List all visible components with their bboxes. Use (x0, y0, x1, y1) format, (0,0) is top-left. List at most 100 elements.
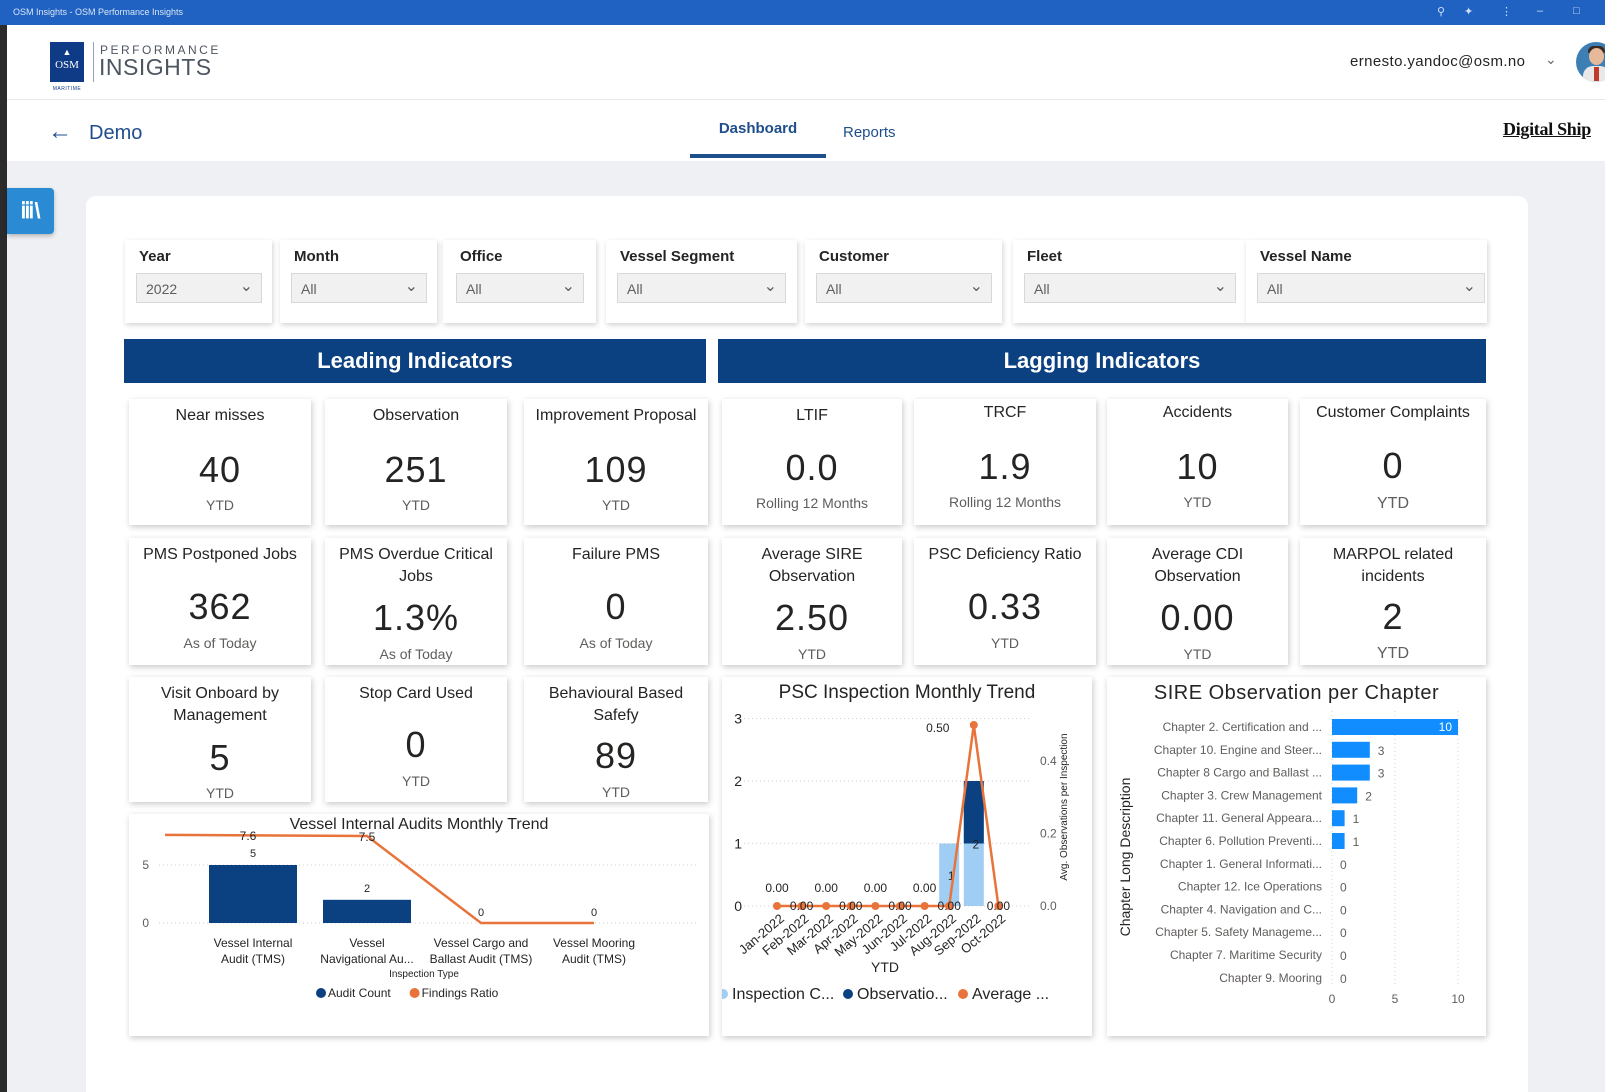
legend-marker (409, 988, 420, 998)
slicer-title: Customer (819, 248, 890, 265)
average-point (920, 902, 929, 910)
kpi-visit-onboard[interactable]: Visit Onboard by Management 5 YTD (129, 677, 311, 802)
kpi-value: 1.9 (978, 446, 1032, 487)
slicer-value: All (466, 281, 482, 297)
bar-data-label: 0 (1340, 949, 1347, 963)
slicer-fleet[interactable]: Fleet All ⌄ (1013, 240, 1246, 323)
legend-label: Average ... (972, 986, 1049, 1003)
chevron-down-icon: ⌄ (239, 278, 253, 295)
slicer-vessel-segment[interactable]: Vessel Segment All ⌄ (606, 240, 797, 323)
slicer-title: Fleet (1027, 248, 1063, 265)
slicer-dropdown[interactable]: All ⌄ (291, 273, 427, 303)
kpi-accidents[interactable]: Accidents 10 YTD (1107, 399, 1288, 525)
y-category-label: Chapter 12. Ice Operations (1178, 880, 1322, 894)
slicer-value: All (826, 281, 842, 297)
y-category-label: Chapter 1. General Informati... (1160, 857, 1322, 871)
kpi-trcf[interactable]: TRCF 1.9 Rolling 12 Months (914, 399, 1096, 525)
kpi-value: 2 (1382, 596, 1404, 637)
kpi-customer-complaints[interactable]: Customer Complaints 0 YTD (1300, 399, 1486, 525)
kpi-value: 0.00 (1160, 597, 1235, 638)
slicer-office[interactable]: Office All ⌄ (443, 240, 596, 323)
bar-data-label: 2 (364, 883, 370, 895)
more-options-icon[interactable]: ⋮ (1501, 5, 1512, 18)
kpi-subtitle: YTD (798, 646, 826, 662)
kpi-subtitle: YTD (991, 635, 1019, 651)
tab-dashboard[interactable]: Dashboard (690, 100, 826, 158)
slicer-dropdown[interactable]: All ⌄ (617, 273, 786, 303)
back-arrow-icon[interactable]: ← (48, 118, 72, 146)
kpi-failure-pms[interactable]: Failure PMS 0 As of Today (524, 538, 708, 665)
slicer-title: Month (294, 248, 339, 265)
user-avatar[interactable] (1576, 42, 1605, 82)
window-title: OSM Insights - OSM Performance Insights (13, 7, 184, 17)
slicer-customer[interactable]: Customer All ⌄ (805, 240, 1002, 323)
slicer-vessel-name[interactable]: Vessel Name All ⌄ (1246, 240, 1487, 323)
zoom-icon[interactable]: ⚲ (1437, 5, 1445, 18)
kpi-value: 251 (384, 449, 448, 490)
kpi-title: Stop Card Used (359, 685, 473, 702)
kpi-title: Accidents (1162, 404, 1233, 421)
bar-data-label: 3 (1378, 744, 1385, 758)
kpi-title: Average SIRE Observation (761, 546, 863, 585)
kpi-observation[interactable]: Observation 251 YTD (325, 399, 507, 525)
maximize-icon[interactable]: □ (1573, 5, 1580, 17)
kpi-average-sire[interactable]: Average SIRE Observation 2.50 YTD (722, 538, 902, 665)
kpi-improvement-proposal[interactable]: Improvement Proposal 109 YTD (524, 399, 708, 525)
y-tick-label: 0 (142, 916, 149, 930)
bar-data-label: 0 (1340, 881, 1347, 895)
y-category-label: Chapter 3. Crew Management (1161, 788, 1322, 802)
kpi-pms-postponed-jobs[interactable]: PMS Postponed Jobs 362 As of Today (129, 538, 311, 665)
bar-data-label: 3 (1378, 767, 1385, 781)
slicer-dropdown[interactable]: All ⌄ (816, 273, 992, 303)
y2-axis-title: Avg. Observations per Inspection (1059, 733, 1070, 880)
report-navigation: ← Demo Dashboard Reports Digital Ship (7, 100, 1605, 161)
bar-data-label: 0 (478, 907, 484, 919)
kpi-average-cdi[interactable]: Average CDI Observation 0.00 YTD (1107, 538, 1288, 665)
user-menu-chevron-icon[interactable]: ⌄ (1545, 51, 1557, 68)
slicer-value: 2022 (146, 281, 178, 297)
x-category-label: Audit (TMS) (562, 952, 626, 966)
bar-data-label: 1 (1353, 835, 1360, 849)
x-tick-label: 5 (1392, 992, 1399, 1006)
tab-reports[interactable]: Reports (843, 124, 896, 141)
sire-chapter-chart[interactable]: SIRE Observation per Chapter Chapter 2. … (1107, 677, 1486, 1036)
slicer-dropdown[interactable]: 2022 ⌄ (136, 273, 262, 303)
kpi-value: 109 (584, 449, 648, 490)
slicer-month[interactable]: Month All ⌄ (280, 240, 437, 323)
psc-trend-chart[interactable]: PSC Inspection Monthly Trend 0 1 2 3 0.0 0.2 0… (722, 677, 1092, 1036)
kpi-pms-overdue-critical[interactable]: PMS Overdue Critical Jobs 1.3% As of Tod… (325, 538, 507, 665)
y-category-label: Chapter 4. Navigation and C... (1161, 902, 1322, 916)
audits-trend-chart[interactable]: Vessel Internal Audits Monthly Trend 055… (129, 814, 709, 1036)
slicer-dropdown[interactable]: All ⌄ (1024, 273, 1236, 303)
osm-logo[interactable]: ▲ OSM (50, 42, 84, 82)
minimize-icon[interactable]: – (1537, 5, 1543, 17)
kpi-marpol-incidents[interactable]: MARPOL related incidents 2 YTD (1300, 538, 1486, 665)
psc-chart-svg: 0 1 2 3 0.0 0.2 0.4 Avg. Observations per Inspe… (722, 711, 1070, 1003)
kpi-title: Average CDI Observation (1151, 546, 1244, 585)
chevron-down-icon: ⌄ (763, 278, 777, 295)
kpi-near-misses[interactable]: Near misses 40 YTD (129, 399, 311, 525)
slicer-year[interactable]: Year 2022 ⌄ (125, 240, 272, 323)
kpi-title: Customer Complaints (1316, 404, 1470, 421)
bar-data-label: 0 (1340, 903, 1347, 917)
line-data-label: 0.50 (926, 721, 950, 735)
slicer-value: All (1267, 281, 1283, 297)
extension-icon[interactable]: ✦ (1464, 5, 1473, 18)
kpi-title: PMS Overdue Critical Jobs (339, 546, 493, 585)
y2-tick-label: 0.0 (1040, 899, 1057, 913)
y-category-label: Chapter 11. General Appeara... (1156, 811, 1322, 825)
logo-insights-text: INSIGHTS (99, 54, 212, 80)
x-category-label: Vessel Mooring (553, 936, 635, 950)
kpi-subtitle: Rolling 12 Months (948, 494, 1062, 510)
kpi-title: LTIF (796, 407, 828, 424)
kpi-psc-deficiency-ratio[interactable]: PSC Deficiency Ratio 0.33 YTD (914, 538, 1096, 665)
library-pane-button[interactable]: ⅲ\ (7, 188, 54, 234)
observation-bar (963, 781, 984, 844)
kpi-ltif[interactable]: LTIF 0.0 Rolling 12 Months (722, 399, 902, 525)
user-email[interactable]: ernesto.yandoc@osm.no (1350, 53, 1525, 70)
slicer-dropdown[interactable]: All ⌄ (456, 273, 584, 303)
kpi-behavioural-based-safety[interactable]: Behavioural Based Safefy 89 YTD (524, 677, 708, 802)
kpi-stop-card-used[interactable]: Stop Card Used 0 YTD (325, 677, 507, 802)
slicer-dropdown[interactable]: All ⌄ (1257, 273, 1485, 303)
x-category-label: Vessel Internal (214, 936, 293, 950)
